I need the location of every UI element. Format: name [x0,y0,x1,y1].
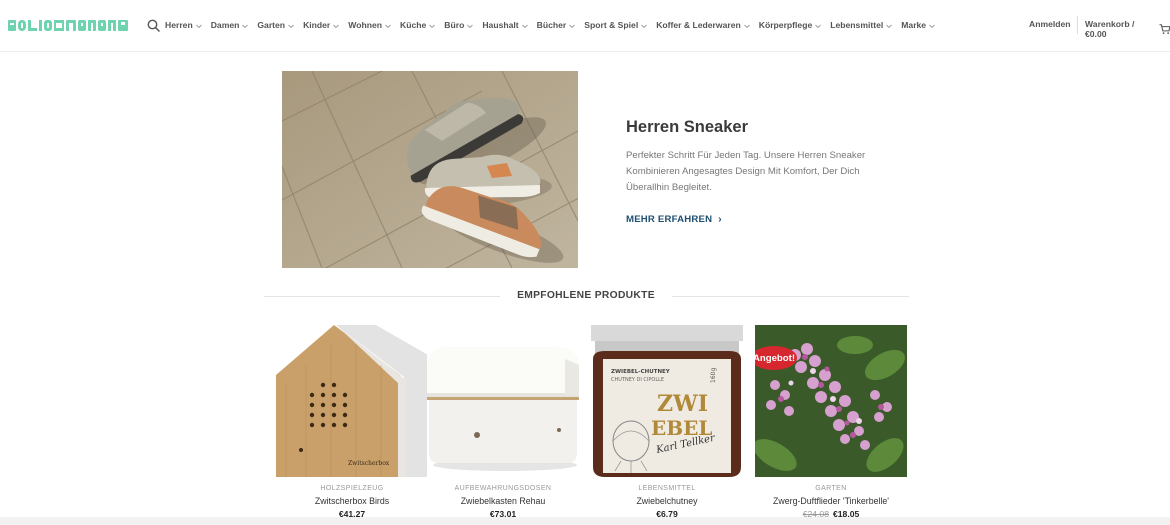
svg-text:CHUTNEY DI CIPOLLE: CHUTNEY DI CIPOLLE [611,377,664,383]
site-header: Herren Damen Garten Kinder Wohnen Küche Büro Ha… [0,0,1170,52]
nav-item-körperpflege[interactable]: Körperpflege [759,19,822,32]
nav-label: Haushalt [482,20,519,30]
search-icon[interactable] [147,19,160,32]
chevron-down-icon [929,24,935,28]
svg-text:ZWIEBEL-CHUTNEY: ZWIEBEL-CHUTNEY [611,369,671,375]
header-divider [1077,16,1078,34]
nav-label: Damen [210,20,240,30]
hero-more-label: MEHR ERFAHREN [626,214,713,225]
product-card[interactable]: Zwitscherbox HOLZSPIELZEUG Zwitscherbox … [276,325,428,519]
cart-link[interactable]: Warenkorb / €0.00 [1085,19,1170,39]
product-card[interactable]: ZWIEBEL-CHUTNEY CHUTNEY DI CIPOLLE ZWI E… [591,325,743,519]
storage-box-illustration [427,325,579,477]
nav-label: Garten [257,20,286,30]
box-logo-text: Zwitscherbox [348,460,390,467]
nav-item-wohnen[interactable]: Wohnen [348,19,392,32]
birdhouse-illustration: Zwitscherbox [276,325,428,477]
product-image[interactable] [427,325,579,477]
nav-item-marke[interactable]: Marke [901,19,936,32]
main-navigation: Herren Damen Garten Kinder Wohnen Küche Büro Ha… [165,19,944,32]
nav-item-garten[interactable]: Garten [257,19,295,32]
product-category[interactable]: AUFBEWAHRUNGSDOSEN [427,485,579,492]
section-divider-right [672,296,909,297]
chevron-down-icon [886,24,893,28]
nav-item-damen[interactable]: Damen [211,19,250,32]
nav-label: Marke [901,20,927,30]
section-divider-left [264,296,500,297]
chevron-down-icon [815,24,822,28]
hero-more-link[interactable]: MEHR ERFAHREN › [626,214,722,225]
chutney-jar-illustration: ZWIEBEL-CHUTNEY CHUTNEY DI CIPOLLE ZWI E… [591,325,743,477]
svg-text:160g: 160g [710,368,717,383]
product-card[interactable]: AUFBEWAHRUNGSDOSEN Zwiebelkasten Rehau €… [427,325,579,519]
nav-item-sport-spiel[interactable]: Sport & Spiel [584,19,648,32]
section-title: EMPFOHLENE PRODUKTE [517,290,655,301]
site-logo[interactable] [8,18,128,33]
hero-title: Herren Sneaker [626,118,748,136]
nav-label: Bücher [536,20,567,30]
product-image[interactable]: ZWIEBEL-CHUTNEY CHUTNEY DI CIPOLLE ZWI E… [591,325,743,477]
chevron-down-icon [195,24,202,28]
nav-label: Kinder [303,20,331,30]
nav-label: Körperpflege [758,20,813,30]
nav-item-büro[interactable]: Büro [444,19,474,32]
page-bottom-edge [0,517,1170,525]
login-link[interactable]: Anmelden [1029,19,1071,29]
chevron-down-icon [385,24,391,28]
chevron-down-icon [288,24,294,28]
hero-sneakers-illustration [282,71,578,268]
cart-icon [1159,24,1170,34]
nav-label: Sport & Spiel [584,20,639,30]
chevron-down-icon [521,24,528,28]
chevron-down-icon [242,24,249,28]
chevron-right-icon: › [718,214,722,225]
chevron-down-icon [333,24,340,28]
nav-item-lebensmittel[interactable]: Lebensmittel [830,19,893,32]
nav-label: Koffer & Lederwaren [656,20,741,30]
nav-label: Küche [400,20,427,30]
hero-description: Perfekter Schritt Für Jeden Tag. Unsere … [626,150,866,193]
product-name[interactable]: Zwiebelchutney [591,496,743,506]
hero-image[interactable] [282,71,578,268]
product-category[interactable]: LEBENSMITTEL [591,485,743,492]
chevron-down-icon [569,24,576,28]
product-name[interactable]: Zwiebelkasten Rehau [427,496,579,506]
nav-label: Büro [444,20,465,30]
nav-item-kinder[interactable]: Kinder [303,19,340,32]
product-category[interactable]: GARTEN [755,485,907,492]
chevron-down-icon [467,24,474,28]
product-category[interactable]: HOLZSPIELZEUG [276,485,428,492]
nav-item-herren[interactable]: Herren [165,19,203,32]
cart-label: Warenkorb / €0.00 [1085,19,1135,39]
chevron-down-icon [641,24,648,28]
svg-text:ZWI: ZWI [657,391,708,417]
chevron-down-icon [743,24,750,28]
product-card[interactable]: Angebot! GARTEN Zwerg-Duftflieder 'Tinke… [755,325,907,519]
nav-item-haushalt[interactable]: Haushalt [482,19,528,32]
chevron-down-icon [429,24,436,28]
product-name[interactable]: Zwitscherbox Birds [276,496,428,506]
nav-label: Wohnen [348,20,383,30]
product-name[interactable]: Zwerg-Duftflieder 'Tinkerbelle' [755,496,907,506]
nav-item-koffer-lederwaren[interactable]: Koffer & Lederwaren [656,19,751,32]
nav-item-bücher[interactable]: Bücher [537,19,577,32]
nav-label: Lebensmittel [830,20,884,30]
product-image[interactable]: Angebot! [755,325,907,477]
nav-label: Herren [165,20,193,30]
nav-item-küche[interactable]: Küche [400,19,436,32]
product-image[interactable]: Zwitscherbox [276,325,428,477]
